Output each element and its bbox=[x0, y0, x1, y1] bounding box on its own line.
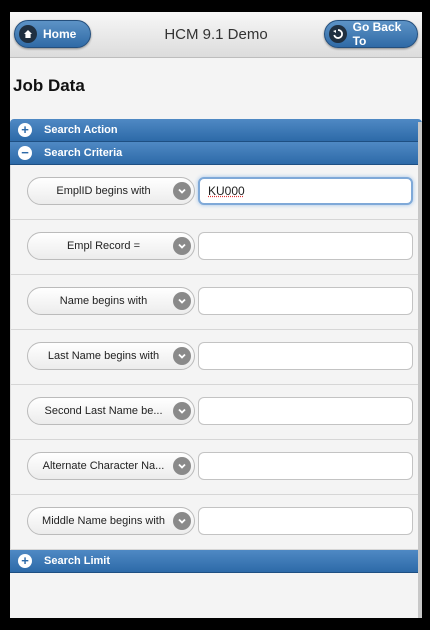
search-action-section[interactable]: + Search Action bbox=[10, 119, 422, 142]
header-bar: Home HCM 9.1 Demo Go Back To bbox=[10, 12, 422, 58]
operator-select[interactable]: Last Name begins with bbox=[27, 342, 195, 370]
back-icon bbox=[329, 25, 347, 43]
criteria-row: EmplID begins with KU000 bbox=[11, 165, 422, 220]
chevron-down-icon bbox=[173, 457, 191, 475]
page-title: Job Data bbox=[13, 76, 85, 95]
criteria-row: Second Last Name be... bbox=[11, 385, 422, 440]
name-input[interactable] bbox=[198, 287, 413, 315]
criteria-row: Name begins with bbox=[11, 275, 422, 330]
middle-name-input[interactable] bbox=[198, 507, 413, 535]
criteria-row: Last Name begins with bbox=[11, 330, 422, 385]
criteria-row: Alternate Character Na... bbox=[11, 440, 422, 495]
second-last-name-input[interactable] bbox=[198, 397, 413, 425]
operator-select[interactable]: EmplID begins with bbox=[27, 177, 195, 205]
emplid-input[interactable]: KU000 bbox=[198, 177, 413, 205]
alternate-character-name-input[interactable] bbox=[198, 452, 413, 480]
operator-select[interactable]: Empl Record = bbox=[27, 232, 195, 260]
operator-select[interactable]: Alternate Character Na... bbox=[27, 452, 195, 480]
chevron-down-icon bbox=[173, 402, 191, 420]
last-name-input[interactable] bbox=[198, 342, 413, 370]
operator-select[interactable]: Second Last Name be... bbox=[27, 397, 195, 425]
chevron-down-icon bbox=[173, 512, 191, 530]
search-criteria-section[interactable]: − Search Criteria bbox=[10, 142, 422, 165]
operator-select[interactable]: Middle Name begins with bbox=[27, 507, 195, 535]
criteria-list: EmplID begins with KU000 Empl Record = N… bbox=[10, 165, 422, 550]
plus-icon: + bbox=[18, 123, 32, 137]
search-action-label: Search Action bbox=[44, 124, 118, 136]
plus-icon: + bbox=[18, 554, 32, 568]
minus-icon: − bbox=[18, 146, 32, 160]
empl-record-input[interactable] bbox=[198, 232, 413, 260]
criteria-row: Middle Name begins with bbox=[11, 495, 422, 550]
go-back-button[interactable]: Go Back To bbox=[324, 20, 418, 48]
go-back-label: Go Back To bbox=[352, 20, 402, 48]
chevron-down-icon bbox=[173, 182, 191, 200]
criteria-row: Empl Record = bbox=[11, 220, 422, 275]
chevron-down-icon bbox=[173, 292, 191, 310]
operator-select[interactable]: Name begins with bbox=[27, 287, 195, 315]
chevron-down-icon bbox=[173, 347, 191, 365]
scrollbar[interactable] bbox=[418, 122, 422, 618]
search-limit-label: Search Limit bbox=[44, 555, 111, 567]
search-criteria-label: Search Criteria bbox=[44, 147, 123, 159]
app-frame: Home HCM 9.1 Demo Go Back To Job Data + … bbox=[10, 12, 422, 618]
search-limit-section[interactable]: + Search Limit bbox=[10, 550, 422, 573]
chevron-down-icon bbox=[173, 237, 191, 255]
